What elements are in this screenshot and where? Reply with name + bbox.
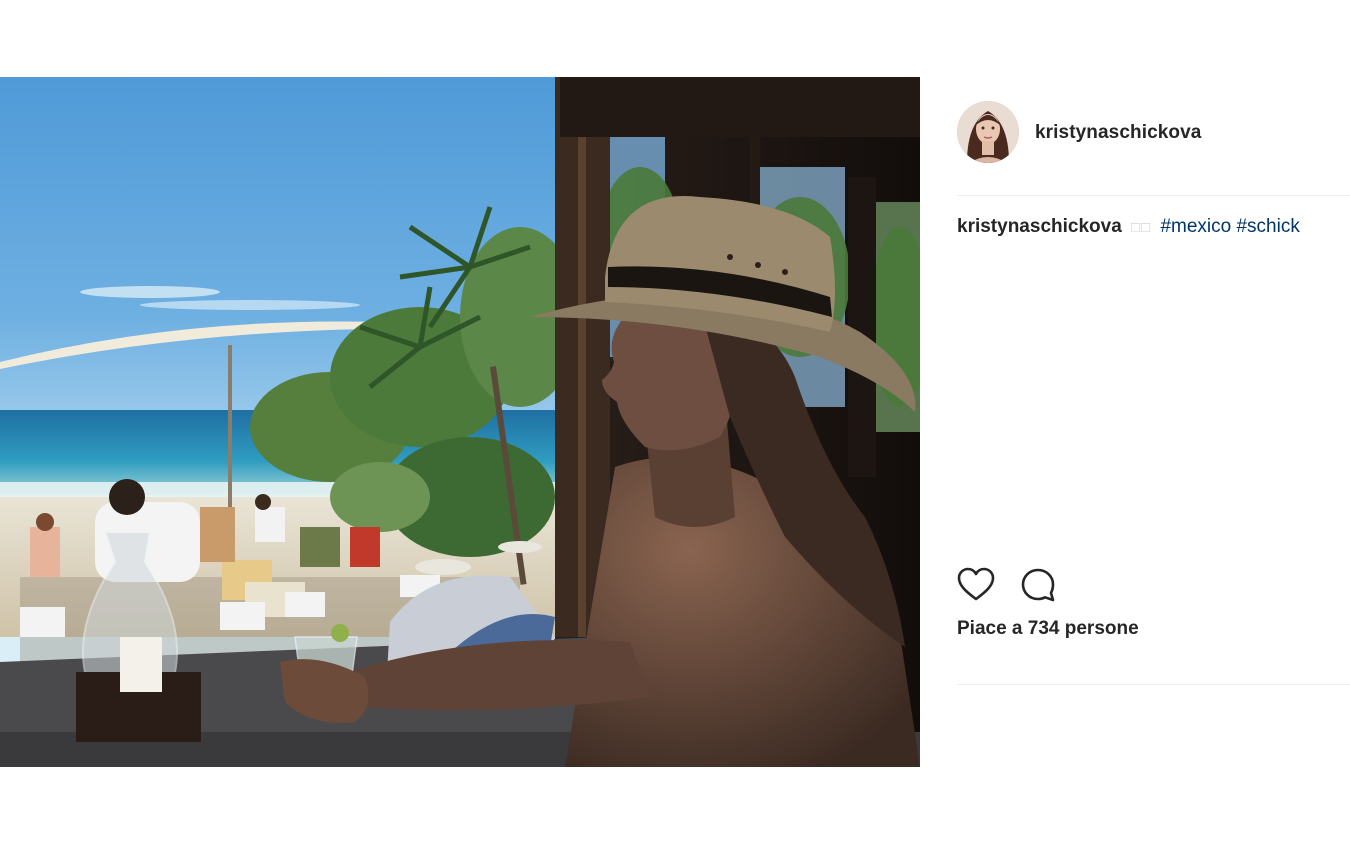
caption-username-link[interactable]: kristynaschickova xyxy=(957,216,1122,237)
post-photo[interactable] xyxy=(0,77,920,767)
hashtag-link-mexico[interactable]: #mexico xyxy=(1160,216,1231,237)
post-header: kristynaschickova xyxy=(957,99,1350,196)
profile-avatar[interactable] xyxy=(957,101,1019,163)
heart-icon xyxy=(957,567,995,601)
comment-button[interactable] xyxy=(1020,567,1056,603)
caption-emoji: □□ xyxy=(1131,219,1152,236)
panel-divider xyxy=(957,684,1350,685)
author-username-link[interactable]: kristynaschickova xyxy=(1035,122,1201,144)
likes-count[interactable]: Piace a 734 persone xyxy=(957,618,1139,640)
comment-bubble-icon xyxy=(1021,568,1055,602)
photo-illustration xyxy=(0,77,920,767)
post-caption: kristynaschickova □□ #mexico #schick xyxy=(957,215,1350,240)
hashtag-link-schick[interactable]: #schick xyxy=(1236,216,1299,237)
like-button[interactable] xyxy=(957,567,995,603)
avatar-image xyxy=(957,101,1019,163)
post-side-panel: kristynaschickova kristynaschickova □□ #… xyxy=(920,77,1350,767)
